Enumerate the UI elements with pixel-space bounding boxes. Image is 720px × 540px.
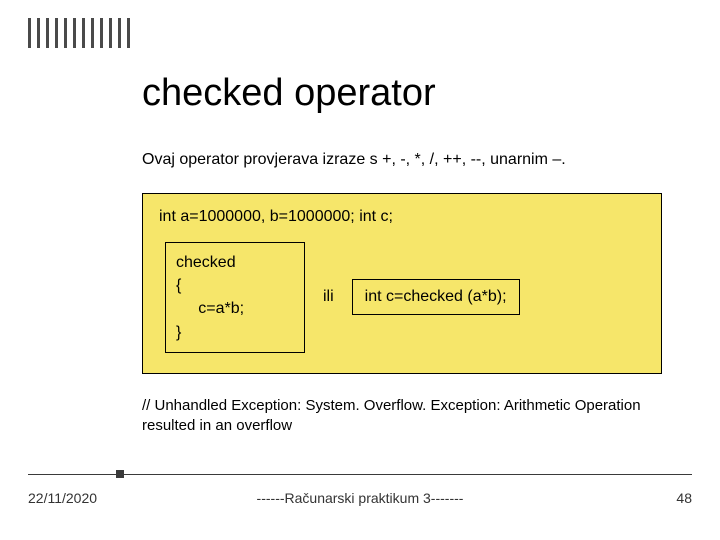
content-area: checked operator Ovaj operator provjerav…	[142, 72, 680, 374]
code-row: checked { c=a*b; } ili int c=checked (a*…	[159, 242, 645, 353]
footer-rule-accent	[116, 470, 124, 478]
decorative-ticks	[28, 18, 130, 48]
code-checked-block: checked { c=a*b; }	[165, 242, 305, 353]
footer-rule	[28, 474, 692, 475]
connector-text: ili	[323, 288, 334, 306]
code-declaration: int a=1000000, b=1000000; int c;	[159, 208, 645, 226]
intro-text: Ovaj operator provjerava izraze s +, -, …	[142, 151, 680, 169]
code-box: int a=1000000, b=1000000; int c; checked…	[142, 193, 662, 374]
footer-center: ------Računarski praktikum 3-------	[28, 490, 692, 506]
footer-page: 48	[676, 490, 692, 506]
code-checked-expression: int c=checked (a*b);	[352, 279, 520, 315]
footer: 22/11/2020 ------Računarski praktikum 3-…	[28, 490, 692, 506]
slide: checked operator Ovaj operator provjerav…	[0, 0, 720, 540]
exception-comment: // Unhandled Exception: System. Overflow…	[142, 396, 680, 437]
footer-date: 22/11/2020	[28, 490, 97, 506]
slide-title: checked operator	[142, 72, 680, 115]
